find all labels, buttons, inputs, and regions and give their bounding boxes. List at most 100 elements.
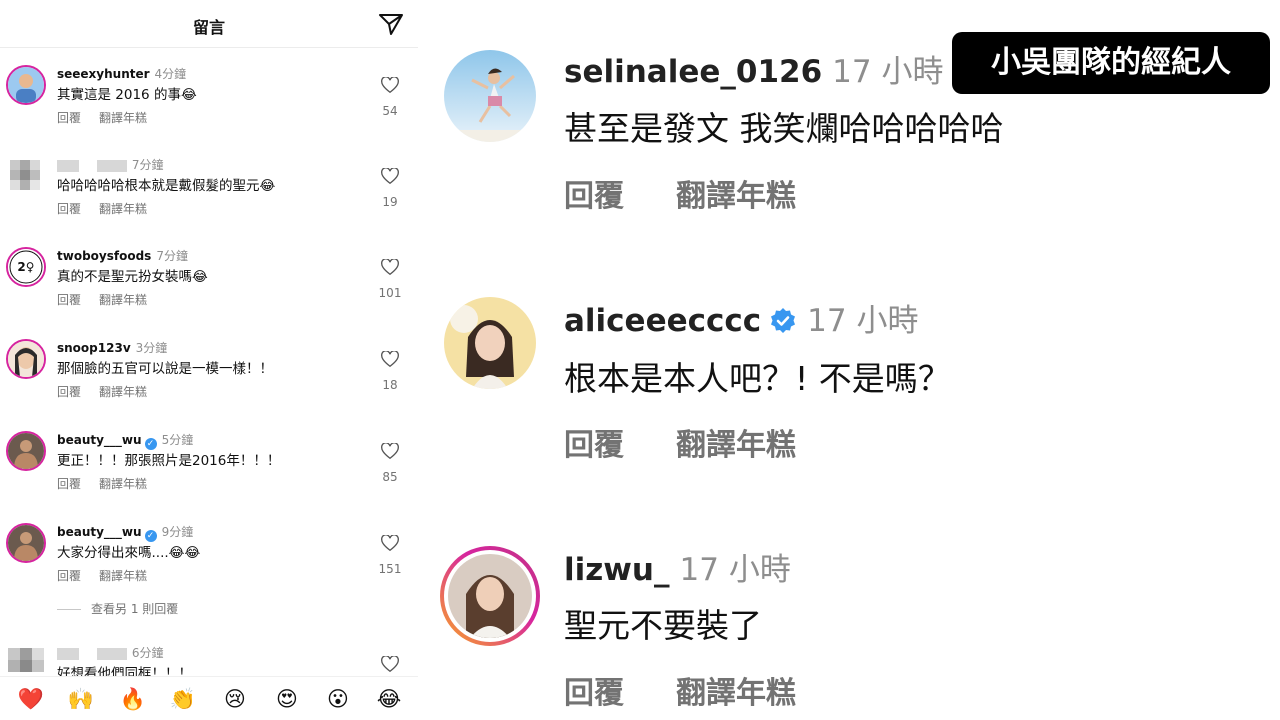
comment-time: 17 小時 bbox=[679, 552, 791, 588]
reply-button[interactable]: 回覆 bbox=[57, 293, 81, 307]
share-send-icon[interactable] bbox=[378, 12, 404, 36]
comment-text: 大家分得出來嗎.... bbox=[57, 545, 169, 561]
laugh-emoji: 😂😂 bbox=[168, 545, 201, 561]
heart-emoji-button[interactable]: ❤️ bbox=[16, 686, 46, 712]
translate-button[interactable]: 翻譯年糕 bbox=[99, 385, 147, 399]
reply-button[interactable]: 回覆 bbox=[57, 569, 81, 583]
comment-text: 哈哈哈哈哈根本就是戴假髮的聖元 bbox=[57, 178, 260, 194]
laughing-emoji-button[interactable]: 😂 bbox=[374, 686, 404, 712]
comments-header: 留言 bbox=[0, 0, 418, 48]
heart-icon[interactable] bbox=[381, 535, 399, 552]
avatar-image bbox=[448, 554, 532, 638]
comment-time: 17 小時 bbox=[807, 303, 919, 339]
translate-button[interactable]: 翻譯年糕 bbox=[99, 477, 147, 491]
comment-item: snoop123v 3分鐘 那個臉的五官可以說是一模一樣！！ 回覆 翻譯年糕 18 bbox=[0, 337, 418, 429]
laugh-emoji: 😂 bbox=[180, 87, 197, 103]
comment-time: 3分鐘 bbox=[135, 341, 168, 355]
comments-sheet: 留言 seeexyhunter 4分鐘 其實這是 2016 的事😂 回覆 翻譯年糕 … bbox=[0, 0, 418, 720]
translate-button[interactable]: 翻譯年糕 bbox=[99, 293, 147, 307]
comments-title: 留言 bbox=[192, 18, 225, 37]
translate-button[interactable]: 翻譯年糕 bbox=[99, 202, 147, 216]
avatar[interactable] bbox=[6, 156, 46, 196]
heart-icon[interactable] bbox=[381, 168, 399, 185]
comment-item: seeexyhunter 4分鐘 其實這是 2016 的事😂 回覆 翻譯年糕 54 bbox=[0, 63, 418, 155]
blurred-username bbox=[57, 647, 79, 660]
raised-hands-emoji-button[interactable]: 🙌 bbox=[66, 686, 96, 712]
zoomed-comments-panel: selinalee_0126 17 小時 甚至是發文 我笑爛哈哈哈哈哈 回覆 翻譯年… bbox=[418, 0, 1280, 720]
comment-text: 更正！！！那張照片是2016年！！！ bbox=[57, 453, 281, 469]
heart-eyes-emoji-button[interactable]: 😍 bbox=[272, 686, 302, 712]
heart-icon[interactable] bbox=[381, 351, 399, 368]
avatar[interactable] bbox=[6, 65, 46, 105]
translate-button[interactable]: 翻譯年糕 bbox=[676, 676, 796, 711]
reply-button[interactable]: 回覆 bbox=[564, 428, 624, 463]
comment-time: 5分鐘 bbox=[161, 433, 194, 447]
avatar[interactable]: 2♀ bbox=[6, 247, 46, 287]
like-count: 19 bbox=[382, 195, 398, 209]
comment-time: 6分鐘 bbox=[131, 646, 164, 660]
clapping-emoji-button[interactable]: 👏 bbox=[168, 686, 198, 712]
translate-button[interactable]: 翻譯年糕 bbox=[99, 111, 147, 125]
heart-icon[interactable] bbox=[381, 656, 399, 673]
like-count: 85 bbox=[382, 470, 398, 484]
comment-username[interactable]: twoboysfoods bbox=[57, 249, 151, 263]
reply-button[interactable]: 回覆 bbox=[564, 676, 624, 711]
reply-button[interactable]: 回覆 bbox=[57, 477, 81, 491]
comment-item: lizwu_ 17 小時 聖元不要裝了 回覆 翻譯年糕 bbox=[418, 0, 1280, 711]
avatar-image: 2♀ bbox=[8, 249, 44, 285]
emoji-reaction-bar: ❤️ 🙌 🔥 👏 😢 😍 😮 😂 bbox=[0, 676, 418, 720]
heart-icon[interactable] bbox=[381, 443, 399, 460]
comment-username[interactable]: seeexyhunter bbox=[57, 67, 150, 81]
avatar[interactable] bbox=[6, 523, 46, 563]
comment-username[interactable]: aliceeecccc bbox=[564, 303, 761, 339]
reply-button[interactable]: 回覆 bbox=[57, 111, 81, 125]
laugh-emoji: 😂 bbox=[192, 269, 208, 285]
fire-emoji-button[interactable]: 🔥 bbox=[118, 686, 148, 712]
comment-username[interactable]: beauty___wu bbox=[57, 433, 142, 447]
translate-button[interactable]: 翻譯年糕 bbox=[676, 428, 796, 463]
comment-text: 根本是本人吧？! 不是嗎？ bbox=[564, 359, 951, 398]
story-ring-avatar[interactable] bbox=[440, 546, 540, 646]
verified-badge-icon bbox=[771, 308, 796, 333]
comment-item: 7分鐘 哈哈哈哈哈根本就是戴假髮的聖元😂 回覆 翻譯年糕 19 bbox=[0, 154, 418, 246]
view-more-replies-button[interactable]: 查看另 1 則回覆 bbox=[57, 600, 178, 617]
blurred-username bbox=[96, 647, 127, 660]
heart-icon[interactable] bbox=[381, 259, 399, 276]
comment-time: 9分鐘 bbox=[161, 525, 194, 539]
avatar-image bbox=[8, 525, 44, 561]
translate-button[interactable]: 翻譯年糕 bbox=[99, 569, 147, 583]
avatar-image bbox=[8, 341, 44, 377]
crying-emoji-button[interactable]: 😢 bbox=[220, 686, 250, 712]
comment-text: 那個臉的五官可以說是一模一樣！！ bbox=[57, 361, 273, 377]
like-count: 18 bbox=[382, 378, 398, 392]
comment-text: 聖元不要裝了 bbox=[564, 606, 762, 645]
comment-username[interactable]: beauty___wu bbox=[57, 525, 142, 539]
comment-time: 7分鐘 bbox=[156, 249, 188, 263]
comment-username[interactable]: lizwu_ bbox=[564, 552, 670, 588]
comment-time: 4分鐘 bbox=[154, 67, 187, 81]
comment-item: 2♀ twoboysfoods 7分鐘 真的不是聖元扮女裝嗎😂 回覆 翻譯年糕 10… bbox=[0, 245, 418, 337]
avatar-image bbox=[8, 67, 44, 103]
like-count: 101 bbox=[378, 286, 402, 300]
svg-text:2♀: 2♀ bbox=[17, 260, 34, 274]
comment-text: 其實這是 2016 的事 bbox=[57, 87, 181, 103]
view-more-replies-label: 查看另 1 則回覆 bbox=[91, 602, 179, 616]
avatar-image bbox=[444, 297, 536, 389]
comment-username[interactable]: snoop123v bbox=[57, 341, 131, 355]
like-count: 54 bbox=[382, 104, 398, 118]
comment-item: beauty___wu ✓ 5分鐘 更正！！！那張照片是2016年！！！ 回覆 翻譯年… bbox=[0, 429, 418, 521]
comment-time: 7分鐘 bbox=[131, 158, 164, 172]
like-count: 151 bbox=[378, 562, 402, 576]
avatar[interactable] bbox=[6, 339, 46, 379]
heart-icon[interactable] bbox=[381, 77, 399, 94]
avatar[interactable] bbox=[6, 431, 46, 471]
avatar-image bbox=[8, 433, 44, 469]
laugh-emoji: 😂 bbox=[259, 178, 276, 194]
avatar[interactable] bbox=[444, 297, 536, 389]
reply-button[interactable]: 回覆 bbox=[57, 385, 81, 399]
blurred-username bbox=[96, 159, 127, 172]
blurred-username bbox=[57, 159, 79, 172]
surprised-emoji-button[interactable]: 😮 bbox=[323, 686, 353, 712]
reply-button[interactable]: 回覆 bbox=[57, 202, 81, 216]
avatar-ring-gap bbox=[444, 550, 536, 642]
